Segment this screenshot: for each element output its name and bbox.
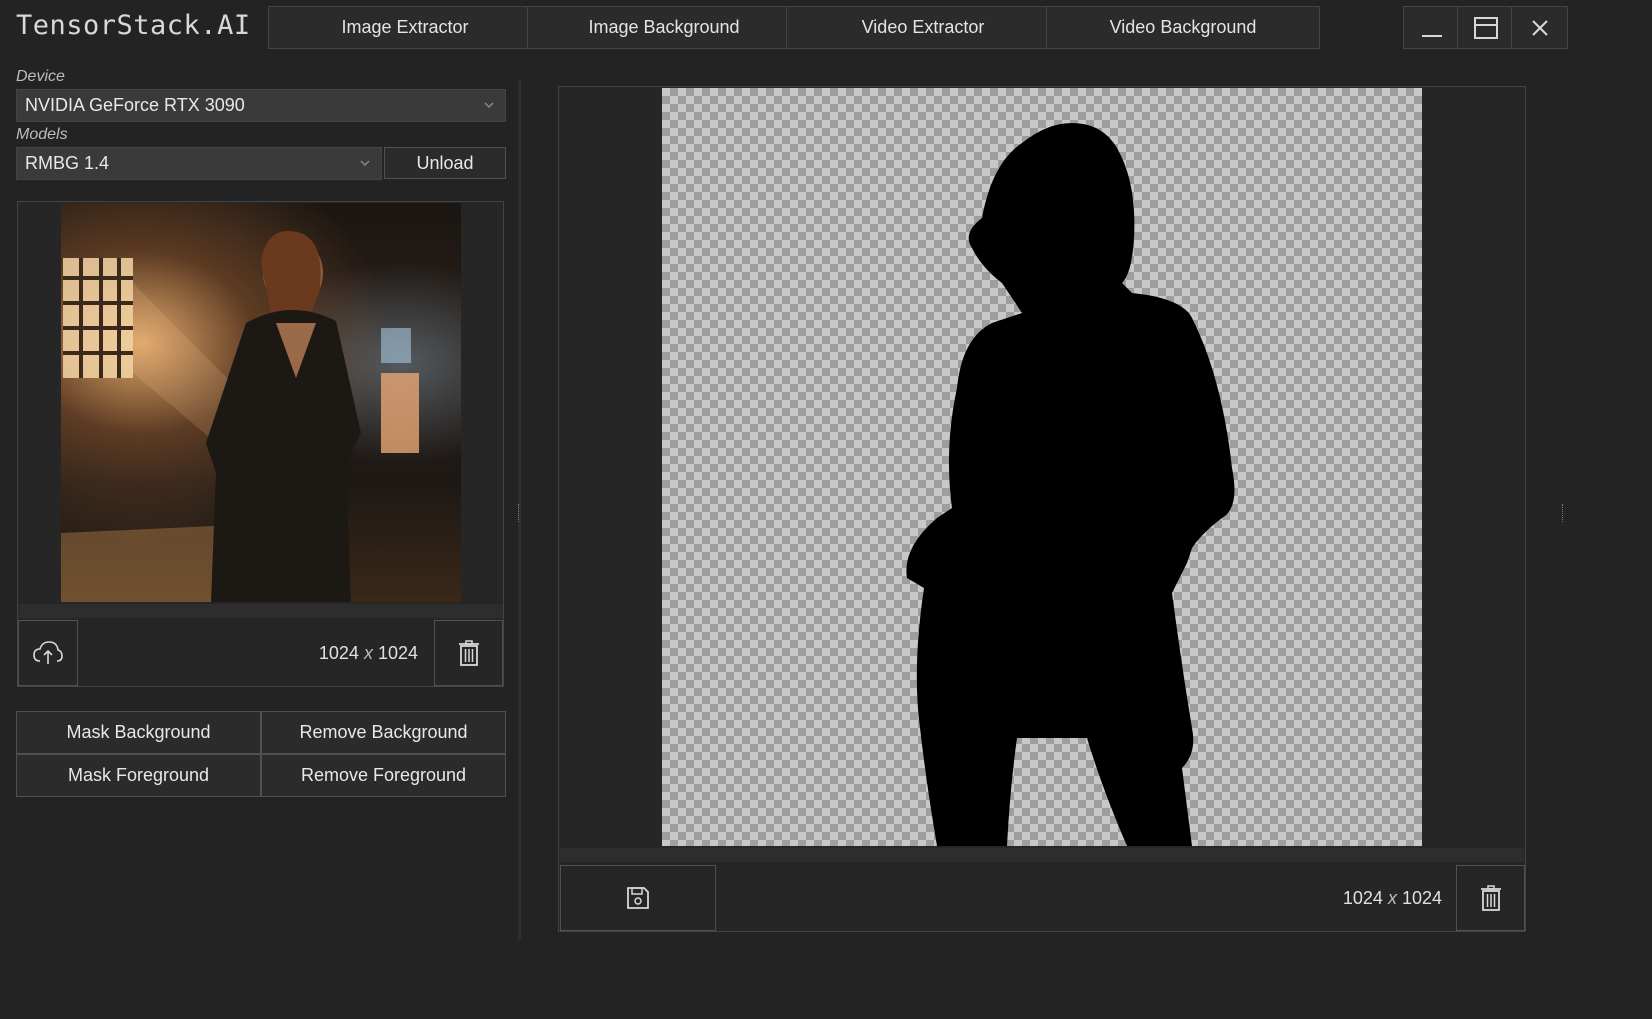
chevron-down-icon <box>484 102 494 109</box>
model-select[interactable]: RMBG 1.4 <box>16 147 382 180</box>
save-button[interactable] <box>560 865 716 931</box>
remove-background-button[interactable]: Remove Background <box>261 711 506 754</box>
cloud-upload-icon <box>33 641 63 664</box>
trash-icon <box>458 640 479 666</box>
tab-image-extractor[interactable]: Image Extractor <box>268 6 542 49</box>
remove-foreground-button[interactable]: Remove Foreground <box>261 754 506 797</box>
splitter-grip[interactable] <box>518 504 521 522</box>
minimize-button[interactable] <box>1403 6 1460 49</box>
output-image-preview[interactable] <box>662 88 1422 846</box>
trash-icon <box>1480 885 1501 911</box>
model-value: RMBG 1.4 <box>25 153 110 173</box>
chevron-down-icon <box>360 160 370 167</box>
output-image-size: 1024 x 1024 <box>1342 888 1442 908</box>
silhouette <box>906 123 1235 846</box>
close-icon <box>1531 19 1548 36</box>
input-photo <box>61 231 419 602</box>
device-label: Device <box>16 68 65 85</box>
save-icon <box>627 887 649 909</box>
upload-button[interactable] <box>18 620 78 686</box>
models-label: Models <box>16 126 68 143</box>
input-image-separator <box>18 604 503 618</box>
output-delete-button[interactable] <box>1456 865 1525 931</box>
mask-background-button[interactable]: Mask Background <box>16 711 261 754</box>
maximize-icon <box>1473 16 1498 39</box>
device-select[interactable]: NVIDIA GeForce RTX 3090 <box>16 89 506 122</box>
input-image-size: 1024 x 1024 <box>318 643 418 663</box>
app-title: TensorStack.AI <box>16 10 251 41</box>
unload-button[interactable]: Unload <box>384 147 506 179</box>
device-value: NVIDIA GeForce RTX 3090 <box>25 95 245 115</box>
maximize-button[interactable] <box>1457 6 1514 49</box>
tab-video-extractor[interactable]: Video Extractor <box>786 6 1060 49</box>
tab-image-background[interactable]: Image Background <box>527 6 801 49</box>
input-image-preview[interactable] <box>61 203 461 602</box>
mask-foreground-button[interactable]: Mask Foreground <box>16 754 261 797</box>
input-delete-button[interactable] <box>434 620 503 686</box>
tab-video-background[interactable]: Video Background <box>1046 6 1320 49</box>
close-button[interactable] <box>1511 6 1568 49</box>
right-splitter-grip[interactable] <box>1562 504 1565 522</box>
minimize-icon <box>1421 34 1442 37</box>
output-image-separator <box>560 848 1524 862</box>
